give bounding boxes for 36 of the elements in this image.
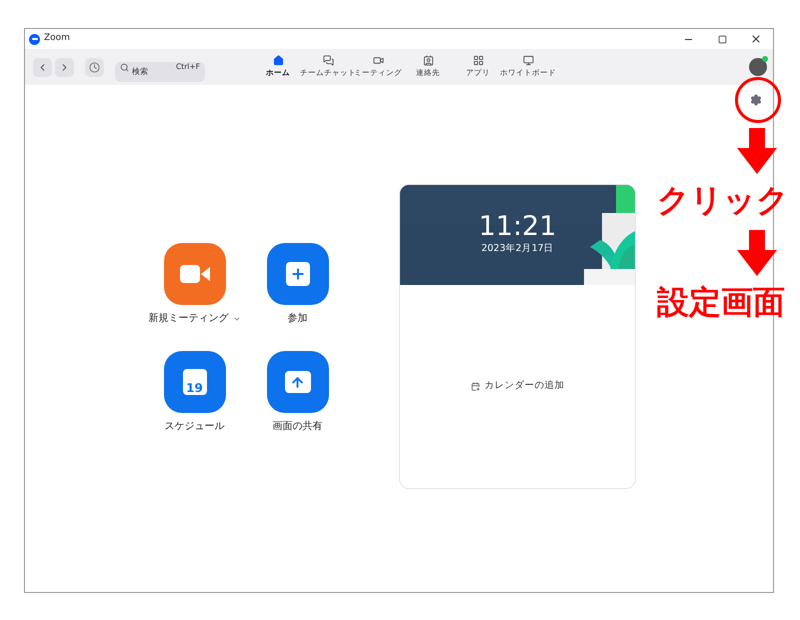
- maximize-icon: [718, 34, 726, 44]
- house-icon: [272, 55, 284, 66]
- action-tile[interactable]: [266, 243, 328, 305]
- monitor-icon: [522, 55, 534, 66]
- action-tile[interactable]: [266, 351, 328, 413]
- video-camera-icon: [180, 264, 210, 284]
- add-calendar-link[interactable]: カレンダーの追加: [470, 379, 564, 394]
- clock-date: 2023年2月17日: [481, 242, 554, 256]
- action-tile[interactable]: [164, 243, 226, 305]
- back-button[interactable]: [33, 58, 52, 76]
- annotation-text: 設定画面: [657, 286, 785, 318]
- forward-button[interactable]: [55, 58, 74, 76]
- down-arrow-icon: [737, 230, 777, 276]
- annotation-text: クリック: [657, 184, 789, 216]
- action-label: 画面の共有: [272, 420, 322, 434]
- action-label: 参加: [288, 312, 308, 326]
- close-icon: [750, 33, 762, 45]
- apps-icon: [472, 55, 484, 66]
- calendar-icon: 19: [182, 369, 206, 395]
- app-logo-icon: [29, 34, 40, 44]
- settings-button[interactable]: [749, 93, 763, 107]
- calendar-icon: [470, 382, 480, 391]
- window-title: Zoom: [44, 32, 70, 46]
- clock-time: 11:21: [478, 213, 556, 240]
- action-label: 新規ミーティング: [148, 312, 228, 326]
- chat-bubbles-icon: [322, 55, 334, 66]
- down-arrow-icon: [737, 128, 777, 174]
- plus-icon: [286, 262, 310, 286]
- video-camera-icon: [372, 55, 384, 66]
- clock-icon: [89, 62, 100, 72]
- profile-avatar[interactable]: [749, 58, 767, 76]
- search-icon: [120, 62, 129, 72]
- contact-card-icon: [422, 55, 434, 66]
- action-tile[interactable]: 19: [164, 351, 226, 413]
- history-button[interactable]: [85, 58, 104, 76]
- action-label: スケジュール: [164, 420, 224, 434]
